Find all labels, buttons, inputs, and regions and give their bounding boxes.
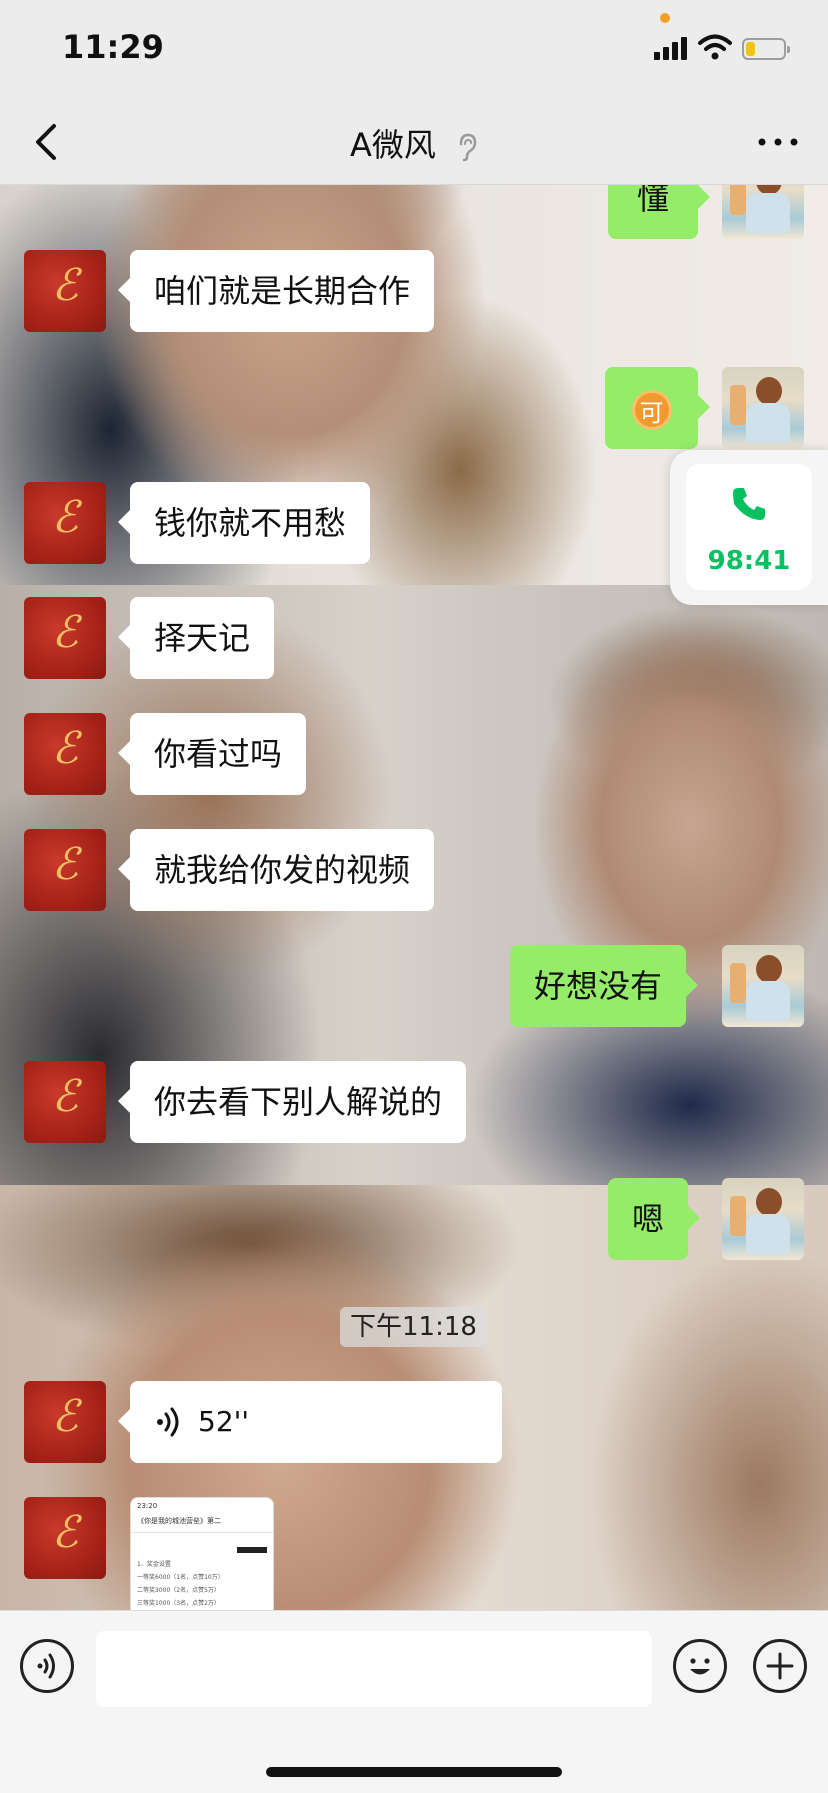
message-timestamp: 下午11:18 <box>340 1307 487 1347</box>
home-indicator <box>266 1767 562 1777</box>
more-dots-icon[interactable] <box>756 130 800 154</box>
message-bubble-outgoing[interactable]: 懂 <box>608 185 710 239</box>
thumbnail-bar <box>237 1547 267 1553</box>
contact-avatar[interactable]: ℰ <box>24 1381 106 1463</box>
message-bubble-incoming[interactable]: 择天记 <box>117 597 275 679</box>
message-bubble-incoming[interactable]: 钱你就不用愁 <box>117 482 371 564</box>
contact-avatar[interactable]: ℰ <box>24 250 106 332</box>
voice-input-button[interactable] <box>20 1639 74 1693</box>
status-time: 11:29 <box>62 28 164 66</box>
contact-name: A微风 <box>349 126 436 164</box>
contact-avatar[interactable]: ℰ <box>24 829 106 911</box>
chat-input-bar <box>0 1610 828 1793</box>
battery-icon <box>742 38 790 60</box>
message-input[interactable] <box>96 1631 652 1707</box>
wifi-icon <box>698 34 732 60</box>
image-message-thumbnail[interactable]: 23:20 《你是我的城池营垒》第二 1、奖金设置 一等奖6000（1名，点赞1… <box>130 1497 274 1610</box>
my-avatar[interactable] <box>722 185 804 239</box>
thumbnail-title: 《你是我的城池营垒》第二 <box>131 1510 273 1533</box>
message-bubble-incoming[interactable]: 你去看下别人解说的 <box>117 1061 467 1143</box>
plus-icon <box>766 1652 794 1680</box>
message-bubble-incoming[interactable]: 就我给你发的视频 <box>117 829 435 911</box>
contact-avatar[interactable]: ℰ <box>24 1497 106 1579</box>
message-bubble-incoming[interactable]: 你看过吗 <box>117 713 307 795</box>
voice-duration: 52'' <box>198 1405 250 1438</box>
my-avatar[interactable] <box>722 945 804 1027</box>
smiley-icon <box>690 1658 710 1675</box>
voice-message-bubble[interactable]: 52'' <box>118 1381 502 1463</box>
thumbnail-status-time: 23:20 <box>137 1502 158 1510</box>
chat-header: A微风 <box>0 100 828 185</box>
my-avatar[interactable] <box>722 367 804 449</box>
message-bubble-outgoing[interactable]: 好想没有 <box>510 945 699 1027</box>
thumbnail-line: 1、奖金设置 <box>137 1561 171 1568</box>
message-bubble-outgoing[interactable]: 嗯 <box>608 1178 701 1260</box>
message-bubble-outgoing[interactable]: 可 <box>605 367 710 449</box>
thumbnail-line: 三等奖1000（3名，点赞2万） <box>137 1600 220 1607</box>
message-list[interactable]: 懂 ℰ 咱们就是长期合作 可 ℰ 钱你就不用愁 ℰ 择天记 ℰ 你看过吗 ℰ 就… <box>0 185 828 1610</box>
privacy-indicator-dot <box>660 13 670 23</box>
status-bar: 11:29 <box>0 0 828 100</box>
thumbnail-line: 一等奖6000（1名，点赞10万） <box>137 1574 224 1581</box>
emoji-button[interactable] <box>673 1639 727 1693</box>
thumbnail-line: 二等奖3000（2名，点赞5万） <box>137 1587 220 1594</box>
call-duration: 98:41 <box>707 546 791 576</box>
chat-title: A微风 <box>0 120 828 166</box>
contact-avatar[interactable]: ℰ <box>24 713 106 795</box>
my-avatar[interactable] <box>722 1178 804 1260</box>
phone-icon <box>733 488 765 520</box>
contact-avatar[interactable]: ℰ <box>24 482 106 564</box>
contact-avatar[interactable]: ℰ <box>24 597 106 679</box>
floating-call-window[interactable]: 98:41 <box>670 450 828 605</box>
cellular-signal-icon <box>654 36 690 60</box>
message-bubble-incoming[interactable]: 咱们就是长期合作 <box>117 250 435 332</box>
sticker-emoji: 可 <box>631 390 672 430</box>
more-functions-button[interactable] <box>753 1639 807 1693</box>
voice-wave-icon <box>157 1407 179 1437</box>
contact-avatar[interactable]: ℰ <box>24 1061 106 1143</box>
voice-wave-icon <box>37 1653 55 1679</box>
call-widget-card[interactable]: 98:41 <box>686 464 812 590</box>
ear-icon <box>459 133 477 162</box>
